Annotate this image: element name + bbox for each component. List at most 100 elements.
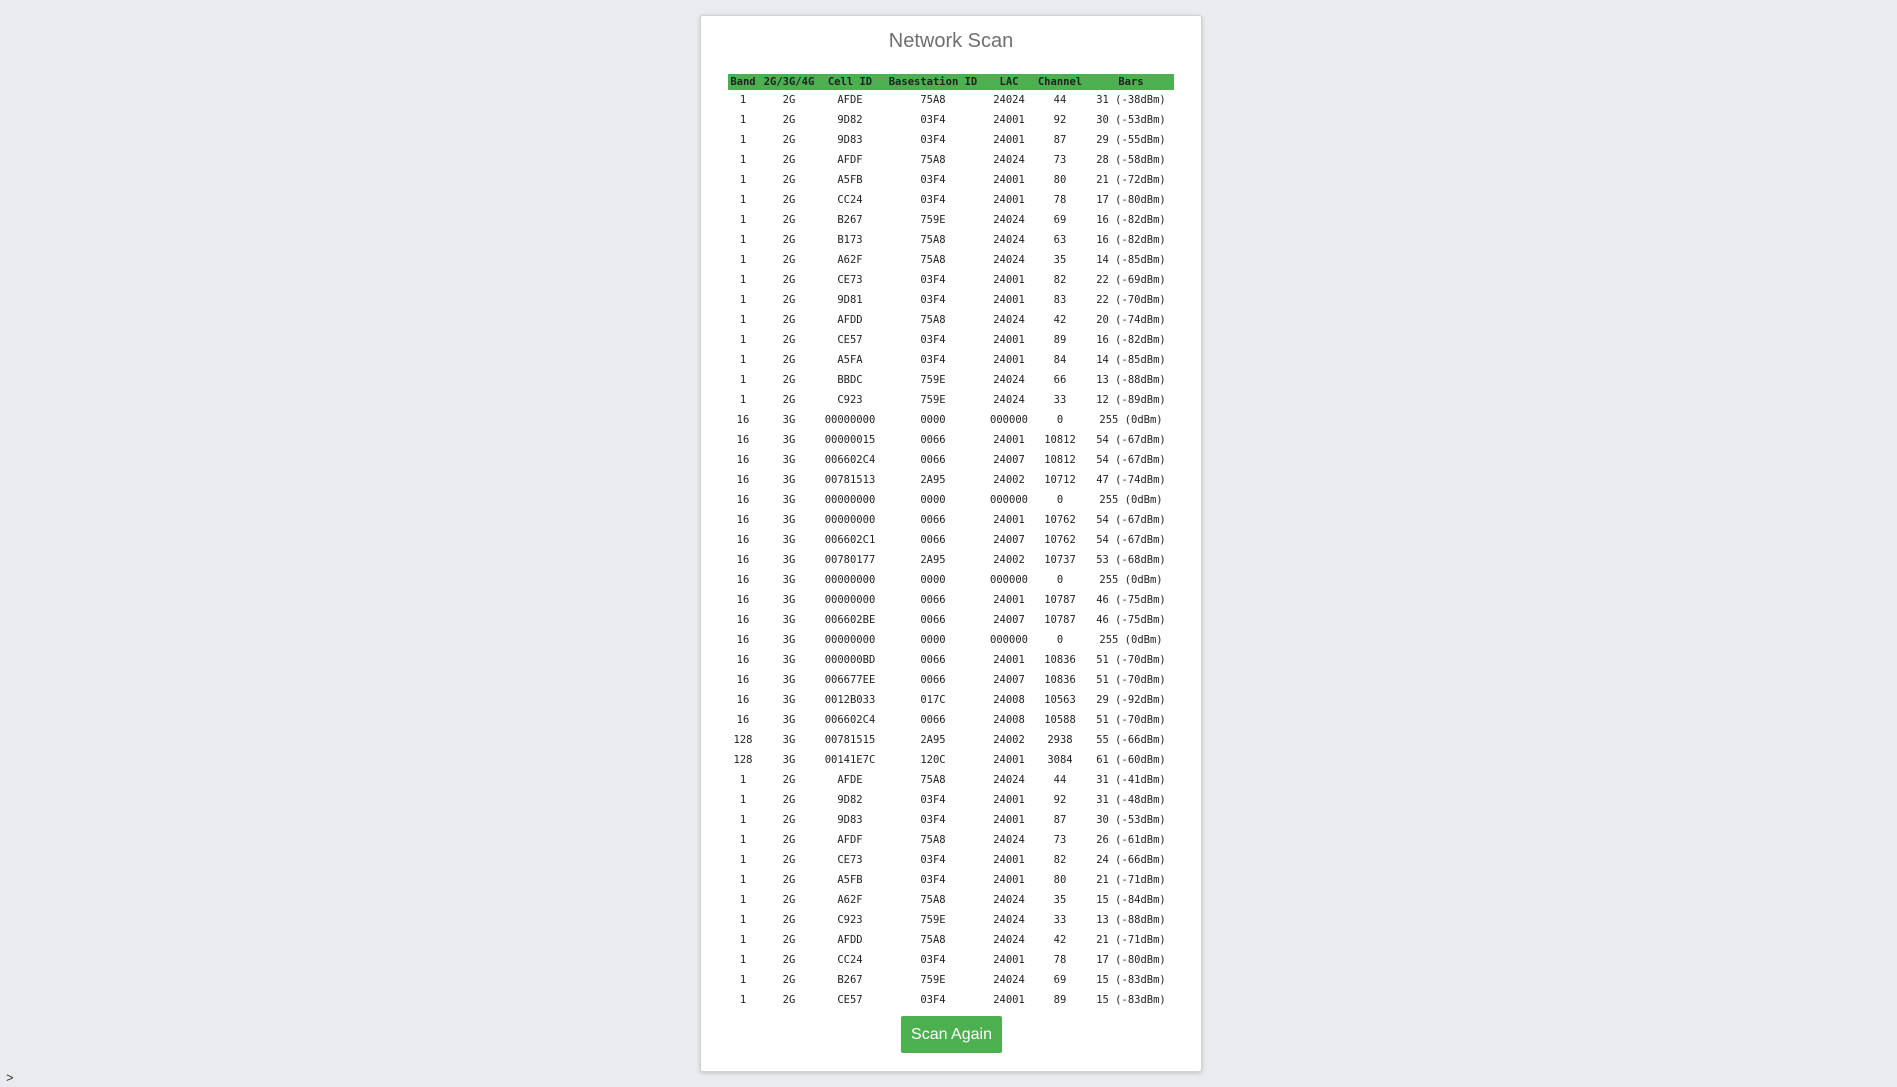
- cell-bars: 26 (-61dBm): [1096, 834, 1166, 846]
- table-row: 1 2G A62F 75A8 24024 35 14 (-85dBm): [728, 250, 1174, 270]
- cell-channel: 63: [1053, 234, 1067, 246]
- cell-basestation-id: 759E: [920, 974, 946, 986]
- cell-bars: 15 (-83dBm): [1096, 994, 1166, 1006]
- cell-bars: 13 (-88dBm): [1096, 374, 1166, 386]
- cell-generation: 2G: [782, 894, 796, 906]
- cell-lac: 24024: [993, 374, 1025, 386]
- cell-generation: 2G: [782, 174, 796, 186]
- cell-cell-id: 00000000: [824, 414, 876, 426]
- cell-band: 1: [739, 314, 747, 326]
- cell-cell-id: A5FB: [837, 874, 863, 886]
- cell-lac: 24001: [993, 994, 1025, 1006]
- cell-generation: 2G: [782, 854, 796, 866]
- cell-band: 1: [739, 134, 747, 146]
- cell-channel: 10836: [1044, 654, 1076, 666]
- table-row: 16 3G 006602C4 0066 24007 10812 54 (-67dBm): [728, 450, 1174, 470]
- column-header-lac: LAC: [999, 76, 1019, 88]
- cell-lac: 24001: [993, 174, 1025, 186]
- cell-channel: 83: [1053, 294, 1067, 306]
- cell-channel: 69: [1053, 214, 1067, 226]
- cell-band: 1: [739, 234, 747, 246]
- cell-generation: 3G: [782, 714, 796, 726]
- cell-bars: 31 (-38dBm): [1096, 94, 1166, 106]
- table-row: 1 2G A62F 75A8 24024 35 15 (-84dBm): [728, 890, 1174, 910]
- cell-bars: 55 (-66dBm): [1096, 734, 1166, 746]
- cell-bars: 14 (-85dBm): [1096, 354, 1166, 366]
- cell-channel: 42: [1053, 934, 1067, 946]
- cell-bars: 61 (-60dBm): [1096, 754, 1166, 766]
- cell-channel: 0: [1056, 494, 1064, 506]
- cell-basestation-id: 03F4: [920, 134, 946, 146]
- cell-cell-id: 006602BE: [824, 614, 876, 626]
- cell-band: 1: [739, 874, 747, 886]
- cell-lac: 24024: [993, 314, 1025, 326]
- cell-channel: 10563: [1044, 694, 1076, 706]
- cell-band: 16: [736, 534, 750, 546]
- cell-band: 1: [739, 194, 747, 206]
- cell-band: 16: [736, 554, 750, 566]
- cell-basestation-id: 75A8: [920, 834, 946, 846]
- table-row: 16 3G 00000000 0000 000000 0 255 (0dBm): [728, 630, 1174, 650]
- table-row: 16 3G 00000000 0000 000000 0 255 (0dBm): [728, 410, 1174, 430]
- cell-channel: 42: [1053, 314, 1067, 326]
- cell-basestation-id: 03F4: [920, 874, 946, 886]
- cell-channel: 10787: [1044, 614, 1076, 626]
- cell-bars: 20 (-74dBm): [1096, 314, 1166, 326]
- table-row: 16 3G 0012B033 017C 24008 10563 29 (-92dBm): [728, 690, 1174, 710]
- cell-bars: 54 (-67dBm): [1096, 454, 1166, 466]
- cell-bars: 47 (-74dBm): [1096, 474, 1166, 486]
- table-row: 1 2G CC24 03F4 24001 78 17 (-80dBm): [728, 950, 1174, 970]
- cell-lac: 24024: [993, 154, 1025, 166]
- cell-basestation-id: 0000: [920, 574, 946, 586]
- cell-lac: 24001: [993, 274, 1025, 286]
- cell-channel: 69: [1053, 974, 1067, 986]
- cell-generation: 2G: [782, 294, 796, 306]
- cell-generation: 2G: [782, 774, 796, 786]
- cell-basestation-id: 0066: [920, 674, 946, 686]
- table-row: 1 2G A5FB 03F4 24001 80 21 (-71dBm): [728, 870, 1174, 890]
- cell-cell-id: 00000000: [824, 594, 876, 606]
- cell-generation: 2G: [782, 314, 796, 326]
- cell-cell-id: AFDF: [837, 834, 863, 846]
- cell-generation: 2G: [782, 334, 796, 346]
- cell-cell-id: CC24: [837, 194, 863, 206]
- cell-basestation-id: 0066: [920, 594, 946, 606]
- cell-band: 16: [736, 494, 750, 506]
- table-row: 16 3G 00000000 0000 000000 0 255 (0dBm): [728, 490, 1174, 510]
- cell-lac: 24007: [993, 454, 1025, 466]
- table-row: 16 3G 00000000 0000 000000 0 255 (0dBm): [728, 570, 1174, 590]
- cell-bars: 30 (-53dBm): [1096, 814, 1166, 826]
- cell-channel: 33: [1053, 394, 1067, 406]
- cell-channel: 73: [1053, 834, 1067, 846]
- cell-bars: 15 (-84dBm): [1096, 894, 1166, 906]
- cell-bars: 22 (-69dBm): [1096, 274, 1166, 286]
- cell-band: 16: [736, 654, 750, 666]
- cell-channel: 0: [1056, 574, 1064, 586]
- table-row: 1 2G AFDE 75A8 24024 44 31 (-38dBm): [728, 90, 1174, 110]
- cell-cell-id: C923: [837, 394, 863, 406]
- cell-channel: 89: [1053, 994, 1067, 1006]
- table-row: 128 3G 00781515 2A95 24002 2938 55 (-66dBm): [728, 730, 1174, 750]
- cell-lac: 000000: [990, 574, 1028, 586]
- cell-channel: 33: [1053, 914, 1067, 926]
- table-row: 16 3G 006602BE 0066 24007 10787 46 (-75dBm): [728, 610, 1174, 630]
- prompt-caret: >: [6, 1070, 14, 1085]
- scan-again-button[interactable]: Scan Again: [901, 1016, 1002, 1053]
- cell-generation: 2G: [782, 874, 796, 886]
- cell-generation: 2G: [782, 974, 796, 986]
- cell-basestation-id: 75A8: [920, 934, 946, 946]
- cell-cell-id: CE73: [837, 274, 863, 286]
- cell-basestation-id: 0066: [920, 714, 946, 726]
- cell-lac: 24001: [993, 114, 1025, 126]
- cell-bars: 17 (-80dBm): [1096, 954, 1166, 966]
- table-body: 1 2G AFDE 75A8 24024 44 31 (-38dBm) 1 2G 9D82 03F4…: [728, 90, 1174, 1010]
- cell-channel: 10762: [1044, 514, 1076, 526]
- cell-cell-id: 006602C1: [824, 534, 876, 546]
- cell-bars: 54 (-67dBm): [1096, 514, 1166, 526]
- table-row: 128 3G 00141E7C 120C 24001 3084 61 (-60dBm): [728, 750, 1174, 770]
- cell-generation: 3G: [782, 474, 796, 486]
- cell-band: 1: [739, 174, 747, 186]
- table-row: 1 2G C923 759E 24024 33 13 (-88dBm): [728, 910, 1174, 930]
- table-row: 1 2G 9D81 03F4 24001 83 22 (-70dBm): [728, 290, 1174, 310]
- column-header-cell-id: Cell ID: [827, 76, 873, 88]
